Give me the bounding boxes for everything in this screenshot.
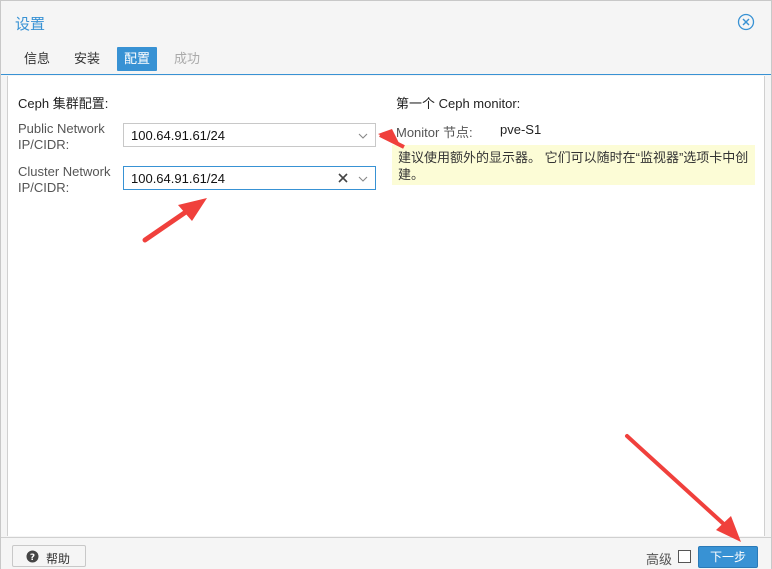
dialog-titlebar: 设置 — [1, 1, 771, 43]
svg-text:?: ? — [30, 553, 35, 563]
close-icon[interactable] — [737, 13, 755, 31]
tab-config[interactable]: 配置 — [117, 47, 158, 71]
advanced-label: 高级 — [646, 552, 673, 567]
public-network-label: Public Network IP/CIDR: — [18, 121, 105, 152]
monitor-node-label: Monitor 节点: — [396, 125, 473, 140]
chevron-down-icon[interactable] — [357, 173, 369, 185]
ceph-cluster-config-title: Ceph 集群配置: — [18, 96, 109, 111]
advanced-checkbox[interactable] — [678, 550, 691, 563]
help-button[interactable]: ? 帮助 — [12, 545, 86, 567]
ceph-setup-dialog: 设置 信息 安装 配置 成功 Ceph 集群配置: Public Network… — [0, 0, 772, 569]
monitor-hint: 建议使用额外的显示器。 它们可以随时在“监视器”选项卡中创 建。 — [392, 145, 755, 185]
dialog-footer: ? 帮助 高级 下一步 — [1, 537, 771, 569]
wizard-tabs: 信息 安装 配置 成功 — [1, 43, 771, 75]
clear-icon[interactable] — [337, 172, 349, 184]
cluster-network-combo[interactable]: 100.64.91.61/24 — [123, 166, 376, 190]
question-icon: ? — [26, 550, 39, 563]
tab-info[interactable]: 信息 — [17, 47, 57, 71]
config-panel: Ceph 集群配置: Public Network IP/CIDR: 100.6… — [7, 76, 765, 536]
chevron-down-icon[interactable] — [357, 130, 369, 142]
tab-install[interactable]: 安装 — [67, 47, 107, 71]
dialog-title: 设置 — [15, 16, 46, 33]
next-button[interactable]: 下一步 — [698, 546, 758, 568]
cluster-network-label: Cluster Network IP/CIDR: — [18, 164, 111, 195]
public-network-combo[interactable]: 100.64.91.61/24 — [123, 123, 376, 147]
first-monitor-title: 第一个 Ceph monitor: — [396, 96, 521, 111]
public-network-value: 100.64.91.61/24 — [131, 128, 225, 143]
monitor-node-value: pve-S1 — [500, 122, 542, 137]
tab-success: 成功 — [174, 51, 201, 66]
cluster-network-value: 100.64.91.61/24 — [131, 171, 225, 186]
